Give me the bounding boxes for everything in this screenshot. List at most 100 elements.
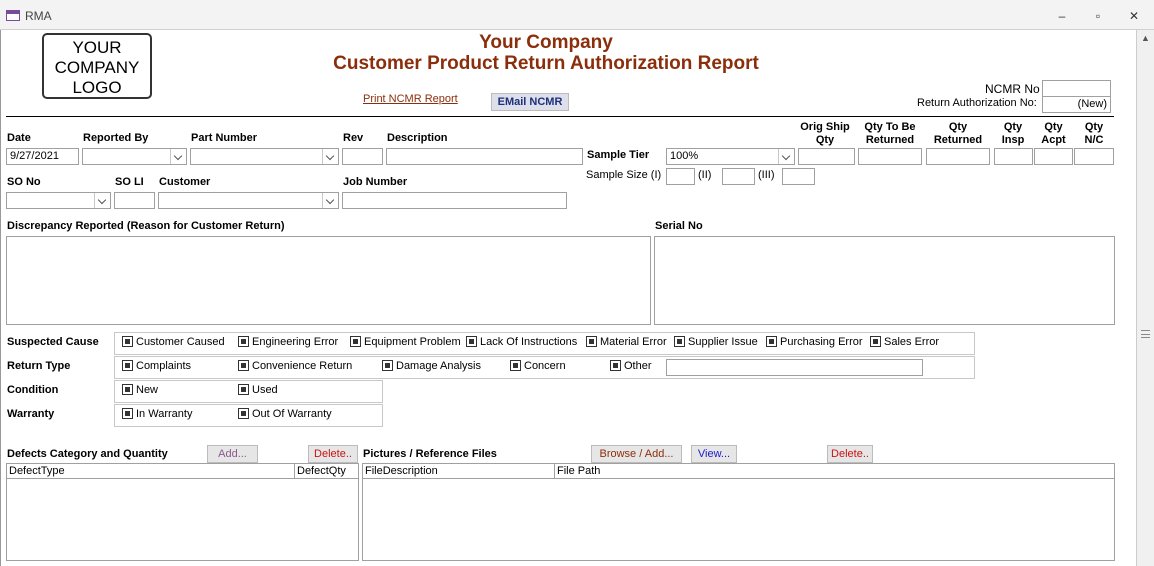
qty-insp-field[interactable] xyxy=(994,148,1033,165)
date-field[interactable]: 9/27/2021 xyxy=(6,148,79,165)
so-no-label: SO No xyxy=(7,176,41,188)
defects-table[interactable]: DefectType DefectQty xyxy=(6,463,359,561)
form-icon xyxy=(6,10,20,21)
customer-caused-checkbox[interactable]: Customer Caused xyxy=(122,336,225,348)
used-checkbox[interactable]: Used xyxy=(238,384,278,396)
engineering-error-checkbox[interactable]: Engineering Error xyxy=(238,336,338,348)
customer-label: Customer xyxy=(159,176,211,188)
chevron-down-icon[interactable] xyxy=(322,149,338,164)
chevron-down-icon[interactable] xyxy=(94,193,110,208)
qty-returned-header: Qty Returned xyxy=(933,121,983,146)
checkbox-icon[interactable] xyxy=(238,408,249,419)
so-no-combo[interactable] xyxy=(6,192,111,209)
sample-tier-label: Sample Tier xyxy=(587,149,650,161)
job-number-field[interactable] xyxy=(342,192,567,209)
close-button[interactable]: ✕ xyxy=(1122,7,1146,25)
rev-field[interactable] xyxy=(342,148,383,165)
minimize-button[interactable]: ‒ xyxy=(1050,7,1074,25)
files-table[interactable]: FileDescription File Path xyxy=(362,463,1115,561)
other-reason-field[interactable] xyxy=(666,359,923,376)
chevron-down-icon[interactable] xyxy=(322,193,338,208)
sales-error-checkbox[interactable]: Sales Error xyxy=(870,336,939,348)
part-number-label: Part Number xyxy=(191,132,258,144)
rma-form: YOUR COMPANY LOGO Your Company Customer … xyxy=(0,30,1136,566)
file-description-column-header[interactable]: FileDescription xyxy=(363,464,555,479)
out-of-warranty-checkbox[interactable]: Out Of Warranty xyxy=(238,408,332,420)
restore-button[interactable]: ▫ xyxy=(1086,7,1110,25)
qty-to-be-returned-header: Qty To Be Returned xyxy=(864,121,916,146)
ncmr-no-field[interactable] xyxy=(1042,80,1111,97)
scroll-up-icon[interactable]: ▲ xyxy=(1141,33,1150,43)
discrepancy-label: Discrepancy Reported (Reason for Custome… xyxy=(7,220,285,232)
checkbox-icon[interactable] xyxy=(122,336,133,347)
scroll-grip-icon[interactable] xyxy=(1141,330,1150,338)
browse-add-button[interactable]: Browse / Add... xyxy=(591,445,682,463)
defect-type-column-header[interactable]: DefectType xyxy=(7,464,295,479)
serial-no-textarea[interactable] xyxy=(654,236,1115,325)
delete-defect-button[interactable]: Delete.. xyxy=(308,445,358,463)
condition-label: Condition xyxy=(7,384,59,396)
checkbox-icon[interactable] xyxy=(238,384,249,395)
purchasing-error-checkbox[interactable]: Purchasing Error xyxy=(766,336,863,348)
checkbox-icon[interactable] xyxy=(870,336,881,347)
sample-size-ii-field[interactable] xyxy=(722,168,755,185)
delete-file-button[interactable]: Delete.. xyxy=(827,445,873,463)
material-error-checkbox[interactable]: Material Error xyxy=(586,336,667,348)
return-authorization-field[interactable]: (New) xyxy=(1042,96,1111,113)
chevron-down-icon[interactable] xyxy=(778,149,794,164)
qty-nc-field[interactable] xyxy=(1074,148,1114,165)
checkbox-icon[interactable] xyxy=(238,360,249,371)
email-ncmr-button[interactable]: EMail NCMR xyxy=(491,93,569,111)
so-li-field[interactable] xyxy=(114,192,155,209)
checkbox-icon[interactable] xyxy=(766,336,777,347)
header-divider xyxy=(6,116,1114,117)
orig-ship-qty-header: Orig Ship Qty xyxy=(800,121,850,146)
customer-combo[interactable] xyxy=(158,192,339,209)
print-ncmr-report-link[interactable]: Print NCMR Report xyxy=(363,93,458,105)
checkbox-icon[interactable] xyxy=(122,408,133,419)
concern-checkbox[interactable]: Concern xyxy=(510,360,566,372)
checkbox-icon[interactable] xyxy=(382,360,393,371)
defect-qty-column-header[interactable]: DefectQty xyxy=(295,464,358,479)
logo-line: YOUR xyxy=(72,38,122,57)
convenience-return-checkbox[interactable]: Convenience Return xyxy=(238,360,352,372)
sample-size-iii-label: (III) xyxy=(758,169,775,181)
checkbox-icon[interactable] xyxy=(238,336,249,347)
vertical-scrollbar[interactable]: ▲ xyxy=(1136,30,1154,566)
add-defect-button[interactable]: Add... xyxy=(207,445,258,463)
sample-size-iii-field[interactable] xyxy=(782,168,815,185)
checkbox-icon[interactable] xyxy=(122,384,133,395)
sample-size-i-field[interactable] xyxy=(666,168,695,185)
complaints-checkbox[interactable]: Complaints xyxy=(122,360,191,372)
equipment-problem-checkbox[interactable]: Equipment Problem xyxy=(350,336,461,348)
description-field[interactable] xyxy=(386,148,583,165)
new-checkbox[interactable]: New xyxy=(122,384,158,396)
discrepancy-textarea[interactable] xyxy=(6,236,651,325)
qty-returned-field[interactable] xyxy=(926,148,990,165)
window-titlebar: RMA ‒ ▫ ✕ xyxy=(0,0,1154,30)
part-number-combo[interactable] xyxy=(190,148,339,165)
qty-acpt-field[interactable] xyxy=(1034,148,1073,165)
lack-of-instructions-checkbox[interactable]: Lack Of Instructions xyxy=(466,336,577,348)
checkbox-icon[interactable] xyxy=(466,336,477,347)
supplier-issue-checkbox[interactable]: Supplier Issue xyxy=(674,336,758,348)
company-logo: YOUR COMPANY LOGO xyxy=(42,33,152,99)
reported-by-combo[interactable] xyxy=(82,148,187,165)
checkbox-icon[interactable] xyxy=(350,336,361,347)
other-checkbox[interactable]: Other xyxy=(610,360,652,372)
chevron-down-icon[interactable] xyxy=(170,149,186,164)
damage-analysis-checkbox[interactable]: Damage Analysis xyxy=(382,360,481,372)
checkbox-icon[interactable] xyxy=(510,360,521,371)
checkbox-icon[interactable] xyxy=(610,360,621,371)
orig-ship-qty-field[interactable] xyxy=(798,148,855,165)
file-path-column-header[interactable]: File Path xyxy=(555,464,1114,479)
checkbox-icon[interactable] xyxy=(674,336,685,347)
return-authorization-label: Return Authorization No: xyxy=(917,97,1037,109)
in-warranty-checkbox[interactable]: In Warranty xyxy=(122,408,192,420)
sample-tier-combo[interactable]: 100% xyxy=(666,148,795,165)
checkbox-icon[interactable] xyxy=(586,336,597,347)
checkbox-icon[interactable] xyxy=(122,360,133,371)
qty-to-be-returned-field[interactable] xyxy=(858,148,922,165)
so-li-label: SO LI xyxy=(115,176,144,188)
view-file-button[interactable]: View... xyxy=(691,445,737,463)
